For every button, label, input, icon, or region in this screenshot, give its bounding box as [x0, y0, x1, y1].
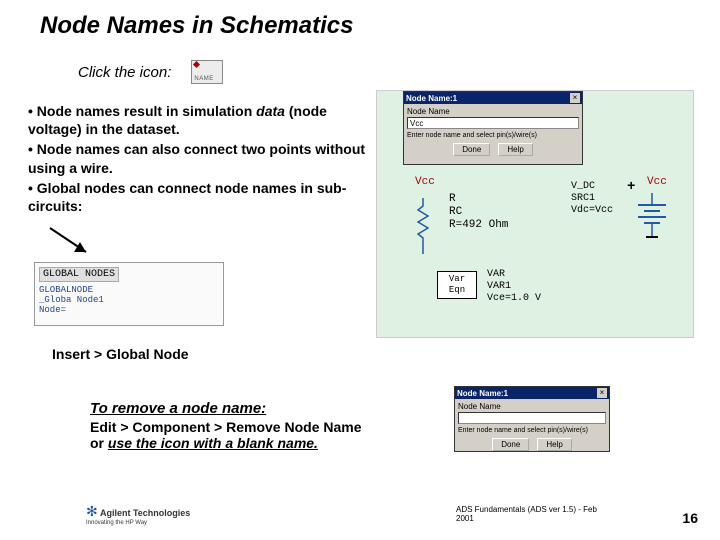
bullet-1: • Node names result in simulation data (… — [28, 102, 368, 138]
node-name-dialog-2: Node Name:1 × Node Name Enter node name … — [454, 386, 610, 452]
slide-title: Node Names in Schematics — [40, 12, 353, 40]
dialog-title: Node Name:1 — [457, 389, 508, 398]
dialog-title: Node Name:1 — [406, 94, 457, 103]
node-name-input[interactable]: Vcc — [407, 117, 579, 129]
help-button[interactable]: Help — [498, 143, 532, 156]
close-icon[interactable]: × — [570, 93, 580, 103]
arrow-icon — [40, 222, 100, 262]
click-icon-line: Click the icon: NAME — [78, 60, 223, 84]
vdc-params: V_DC SRC1 Vdc=Vcc — [571, 181, 613, 217]
remove-alt: or use the icon with a blank name. — [90, 435, 362, 451]
var-params: VAR VAR1 Vce=1.0 V — [487, 269, 541, 305]
dialog-titlebar: Node Name:1 × — [404, 92, 582, 104]
page-number: 16 — [682, 510, 698, 526]
dialog-instruction: Enter node name and select pin(s)/wire(s… — [458, 427, 606, 434]
bullet-3: • Global nodes can connect node names in… — [28, 179, 368, 215]
global-nodes-header: GLOBAL NODES — [39, 267, 119, 282]
node-name-dialog-1: Node Name:1 × Node Name Vcc Enter node n… — [403, 91, 583, 165]
dialog-instruction: Enter node name and select pin(s)/wire(s… — [407, 132, 579, 139]
remove-menu-path: Edit > Component > Remove Node Name — [90, 419, 362, 435]
close-icon[interactable]: × — [597, 388, 607, 398]
done-button[interactable]: Done — [453, 143, 490, 156]
footer-text: ADS Fundamentals (ADS ver 1.5) - Feb 200… — [456, 506, 616, 524]
bullet-list: • Node names result in simulation data (… — [28, 102, 368, 217]
global-nodes-component: GLOBAL NODES GLOBALNODE _Globa Node1 Nod… — [34, 262, 224, 326]
spark-icon: ✻ — [86, 503, 98, 519]
agilent-logo: ✻ Agilent Technologies Innovating the HP… — [86, 504, 190, 526]
done-button[interactable]: Done — [492, 438, 529, 451]
node-name-label: Node Name — [458, 402, 606, 411]
dialog-titlebar: Node Name:1 × — [455, 387, 609, 399]
schematic-area: Node Name:1 × Node Name Vcc Enter node n… — [376, 90, 694, 338]
node-label-vcc-right: Vcc — [647, 176, 667, 188]
node-name-input-blank[interactable] — [458, 412, 606, 424]
resistor-icon — [417, 198, 429, 254]
node-name-label: Node Name — [407, 107, 579, 116]
remove-node-section: To remove a node name: Edit > Component … — [90, 400, 362, 451]
resistor-params: R RC R=492 Ohm — [449, 193, 508, 233]
remove-heading: To remove a node name: — [90, 400, 362, 417]
var-eqn-component: VarEqn — [437, 271, 477, 299]
node-label-vcc-left: Vcc — [415, 176, 435, 188]
bullet-2: • Node names can also connect two points… — [28, 140, 368, 176]
name-tool-icon[interactable]: NAME — [191, 60, 223, 84]
click-icon-text: Click the icon: — [78, 64, 171, 81]
insert-menu-path: Insert > Global Node — [52, 346, 189, 362]
help-button[interactable]: Help — [537, 438, 571, 451]
dc-source-icon — [635, 193, 669, 243]
